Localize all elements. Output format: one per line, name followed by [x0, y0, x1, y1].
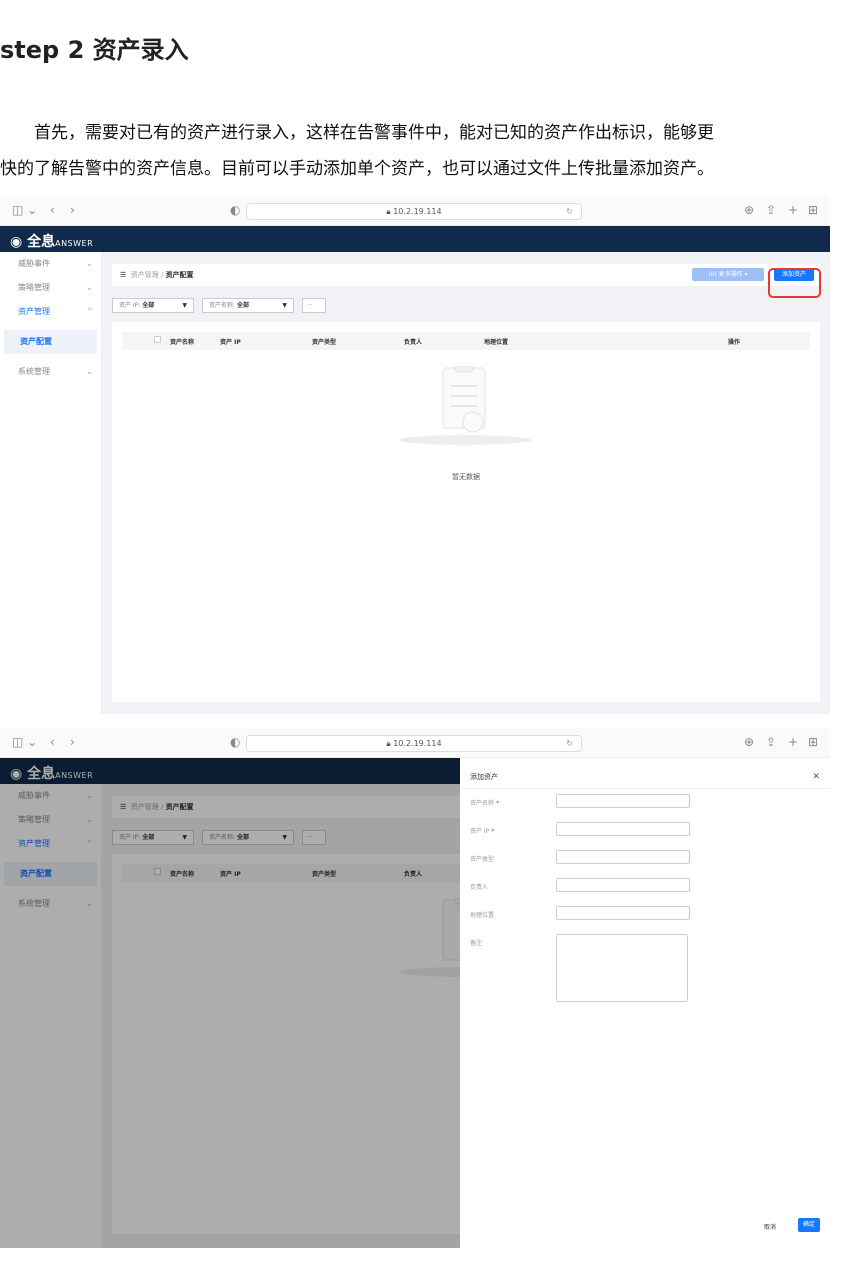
- sidebar-item-asset[interactable]: 资产管理 ⌃: [0, 300, 101, 324]
- asset-ip-input[interactable]: [556, 822, 690, 836]
- empty-text: 暂无数据: [452, 473, 480, 481]
- asset-name-input[interactable]: [556, 794, 690, 808]
- field-label-location: 地理位置: [470, 912, 495, 919]
- menu-icon[interactable]: ☰: [120, 271, 126, 279]
- download-icon[interactable]: ⊕: [744, 203, 754, 217]
- cancel-button[interactable]: 取消: [764, 1222, 776, 1231]
- back-icon[interactable]: ‹: [50, 735, 55, 749]
- sidebar-toggle-icon[interactable]: ◫ ⌄: [12, 203, 37, 217]
- sidebar-item-system[interactable]: 系统管理 ⌄: [0, 360, 101, 384]
- download-icon[interactable]: ⊕: [744, 735, 754, 749]
- ip-filter[interactable]: 资产 IP: 全部 ▼: [112, 298, 194, 313]
- browser-bar: ◫ ⌄ ‹ › ◐ 🔒︎ 10.2.19.114 ↻ ⊕ ⇪ + ⊞: [0, 728, 830, 758]
- field-label-asset-type: 资产类型: [470, 856, 495, 863]
- empty-illustration: [399, 366, 531, 445]
- owner-input[interactable]: [556, 878, 690, 892]
- sidebar-item-policy[interactable]: 策略管理 ⌄: [0, 276, 101, 300]
- shield-icon[interactable]: ◐: [230, 203, 240, 217]
- screenshot-add-asset: ◫ ⌄ ‹ › ◐ 🔒︎ 10.2.19.114 ↻ ⊕ ⇪ + ⊞ ◉ 全息AN…: [0, 728, 830, 1248]
- location-input[interactable]: [556, 906, 690, 920]
- shield-icon[interactable]: ◐: [230, 735, 240, 749]
- name-filter[interactable]: 资产名称: 全部 ▼: [202, 298, 294, 313]
- field-label-owner: 负责人: [470, 884, 489, 891]
- drawer-divider: [460, 788, 830, 789]
- paragraph-line-2: 快的了解告警中的资产信息。目前可以手动添加单个资产，也可以通过文件上传批量添加资…: [0, 159, 714, 179]
- app-logo: ◉ 全息ANSWER: [10, 234, 94, 250]
- new-tab-icon[interactable]: +: [788, 735, 798, 749]
- col-type: 资产类型: [312, 339, 337, 346]
- share-icon[interactable]: ⇪: [766, 735, 776, 749]
- select-all-checkbox[interactable]: [154, 336, 161, 343]
- more-filters-button[interactable]: ···: [302, 298, 326, 313]
- field-label-remark: 备注: [470, 940, 483, 947]
- chevron-down-icon: ⌄: [86, 283, 93, 292]
- lock-icon: 🔒︎: [386, 739, 391, 748]
- reload-icon[interactable]: ↻: [566, 204, 573, 219]
- back-icon[interactable]: ‹: [50, 203, 55, 217]
- highlight-box: [768, 268, 821, 298]
- lock-icon: 🔒︎: [386, 207, 391, 216]
- close-icon[interactable]: ✕: [812, 772, 820, 782]
- asset-table: 资产名称 资产 IP 资产类型 负责人 地理位置 操作 暂无数据: [112, 322, 820, 702]
- sidebar-item-threat[interactable]: 威胁事件 ⌄: [0, 252, 101, 276]
- forward-icon[interactable]: ›: [70, 735, 75, 749]
- app-header: ◉ 全息ANSWER: [0, 226, 830, 252]
- asset-type-input[interactable]: [556, 850, 690, 864]
- chevron-up-icon: ⌃: [86, 307, 93, 316]
- browser-bar: ◫ ⌄ ‹ › ◐ 🔒︎ 10.2.19.114 ↻ ⊕ ⇪ + ⊞: [0, 196, 830, 226]
- sidebar: 威胁事件 ⌄ 策略管理 ⌄ 资产管理 ⌃ 资产配置 系统管理 ⌄: [0, 252, 102, 714]
- url-text: 10.2.19.114: [393, 207, 442, 216]
- remark-textarea[interactable]: [556, 934, 688, 1002]
- confirm-button[interactable]: 确定: [798, 1218, 820, 1232]
- section-heading: step 2 资产录入: [0, 36, 189, 64]
- screenshot-asset-list: ◫ ⌄ ‹ › ◐ 🔒︎ 10.2.19.114 ↻ ⊕ ⇪ + ⊞ ◉ 全息AN…: [0, 196, 830, 714]
- grid-icon[interactable]: ⊞: [808, 735, 818, 749]
- table-header: 资产名称 资产 IP 资产类型 负责人 地理位置 操作: [122, 332, 810, 350]
- modal-overlay[interactable]: [0, 758, 460, 1248]
- col-owner: 负责人: [404, 339, 423, 346]
- address-bar[interactable]: 🔒︎ 10.2.19.114 ↻: [246, 735, 582, 752]
- col-name: 资产名称: [170, 339, 195, 346]
- chevron-down-icon: ⌄: [86, 367, 93, 376]
- more-actions-button[interactable]: (0) 更多操作 ▾: [692, 268, 764, 281]
- col-action: 操作: [728, 339, 741, 346]
- breadcrumb-bar: ☰ 资产管理 / 资产配置 (0) 更多操作 ▾ 添加资产: [112, 264, 820, 286]
- sidebar-item-asset-config[interactable]: 资产配置: [4, 330, 97, 354]
- col-ip: 资产 IP: [220, 339, 241, 346]
- grid-icon[interactable]: ⊞: [808, 203, 818, 217]
- field-label-asset-ip: 资产 IP *: [470, 828, 495, 835]
- intro-paragraph: 首先，需要对已有的资产进行录入，这样在告警事件中，能对已知的资产作出标识，能够更…: [0, 115, 864, 187]
- url-text: 10.2.19.114: [393, 739, 442, 748]
- paragraph-line-1: 首先，需要对已有的资产进行录入，这样在告警事件中，能对已知的资产作出标识，能够更: [34, 123, 714, 143]
- field-label-asset-name: 资产名称 *: [470, 800, 499, 807]
- new-tab-icon[interactable]: +: [788, 203, 798, 217]
- forward-icon[interactable]: ›: [70, 203, 75, 217]
- add-asset-drawer: 添加资产 ✕ 资产名称 * 资产 IP * 资产类型 负责人 地理位置 备注 取…: [460, 758, 830, 1248]
- sidebar-toggle-icon[interactable]: ◫ ⌄: [12, 735, 37, 749]
- share-icon[interactable]: ⇪: [766, 203, 776, 217]
- chevron-down-icon: ⌄: [86, 259, 93, 268]
- col-location: 地理位置: [484, 339, 509, 346]
- breadcrumb: ☰ 资产管理 / 资产配置: [120, 271, 194, 279]
- reload-icon[interactable]: ↻: [566, 736, 573, 751]
- address-bar[interactable]: 🔒︎ 10.2.19.114 ↻: [246, 203, 582, 220]
- drawer-title: 添加资产: [470, 773, 498, 781]
